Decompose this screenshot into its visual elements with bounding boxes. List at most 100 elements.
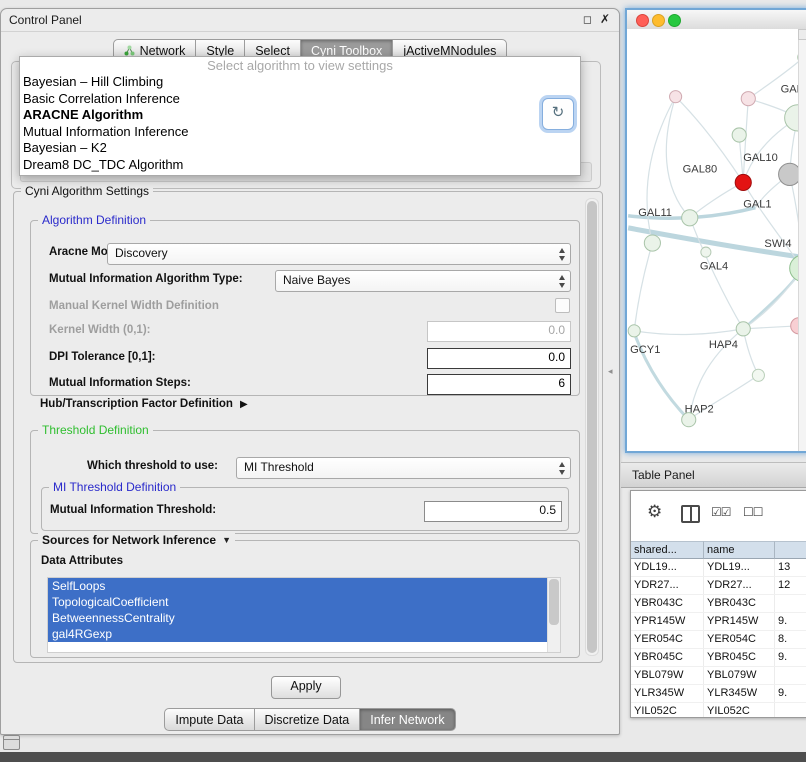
select-all-icon[interactable]: ☑☑ <box>711 505 731 519</box>
network-node[interactable] <box>736 322 750 336</box>
hub-transcription-factor-section[interactable]: Hub/Transcription Factor Definition ▶ <box>40 398 248 410</box>
network-edge <box>666 97 689 218</box>
network-edge <box>690 218 744 329</box>
kernel-width-label: Kernel Width (0,1): <box>49 324 150 336</box>
columns-icon[interactable] <box>681 505 700 523</box>
algorithm-definition-group: Algorithm Definition Aracne Mode: Discov… <box>30 220 580 396</box>
network-node[interactable] <box>752 369 764 381</box>
close-icon[interactable]: ✗ <box>600 12 610 26</box>
expand-arrow-icon[interactable]: ▶ <box>240 399 248 410</box>
attribute-item[interactable]: TopologicalCoefficient <box>48 594 548 610</box>
network-node[interactable] <box>701 247 711 257</box>
attribute-item[interactable]: gal4RGexp <box>48 626 548 642</box>
manual-kernel-width-checkbox[interactable] <box>555 298 570 313</box>
table-row[interactable]: YPR145WYPR145W9. <box>631 613 806 631</box>
panel-dock-icon[interactable] <box>3 735 20 750</box>
table-cell: YBR043C <box>631 595 704 612</box>
algorithm-option[interactable]: Basic Correlation Inference <box>20 91 580 108</box>
refresh-button[interactable]: ↻ <box>542 98 574 130</box>
table-row[interactable]: YDR27...YDR27...12 <box>631 577 806 595</box>
combo-stepper-icon <box>557 248 567 261</box>
threshold-definition-group: Threshold Definition Which threshold to … <box>30 430 580 534</box>
panel-divider-collapse-icon[interactable]: ◂ <box>608 366 613 377</box>
scrollbar-thumb[interactable] <box>549 579 559 625</box>
tab-discretize-data[interactable]: Discretize Data <box>254 708 361 731</box>
mi-algorithm-type-value: Naive Bayes <box>283 273 350 287</box>
table-panel-title: Table Panel <box>632 463 695 487</box>
network-node[interactable] <box>741 92 755 106</box>
tab-impute-data[interactable]: Impute Data <box>164 708 254 731</box>
algorithm-option[interactable]: Dream8 DC_TDC Algorithm <box>20 157 580 174</box>
combo-stepper-icon <box>557 275 567 288</box>
network-node[interactable] <box>732 128 746 142</box>
apply-button[interactable]: Apply <box>271 676 341 699</box>
data-attributes-list[interactable]: SelfLoopsTopologicalCoefficientBetweenne… <box>47 577 561 653</box>
table-row[interactable]: YIL052CYIL052C <box>631 703 806 718</box>
table-cell: YLR345W <box>704 685 775 702</box>
network-canvas[interactable]: GALGAL80GAL10GAL11GAL1SWI4GAL4GCY1HAP4YH… <box>627 29 806 451</box>
network-graph: GALGAL80GAL10GAL11GAL1SWI4GAL4GCY1HAP4YH… <box>627 29 806 451</box>
network-node[interactable] <box>735 174 751 190</box>
attribute-item[interactable]: SelfLoops <box>48 578 548 594</box>
combo-stepper-icon <box>557 462 567 475</box>
aracne-mode-value: Discovery <box>115 246 168 260</box>
float-window-icon[interactable]: ◻ <box>583 13 592 26</box>
table-cell: YER054C <box>704 631 775 648</box>
collapse-arrow-icon[interactable]: ▼ <box>222 535 231 545</box>
table-cell <box>775 667 806 684</box>
dpi-tolerance-input[interactable]: 0.0 <box>427 348 571 369</box>
table-row[interactable]: YLR345WYLR345W9. <box>631 685 806 703</box>
deselect-all-icon[interactable]: ☐☐ <box>743 505 763 519</box>
column-header[interactable]: shared... <box>631 541 704 559</box>
table-cell: YBR043C <box>704 595 775 612</box>
algorithm-option-list: Bayesian – Hill ClimbingBasic Correlatio… <box>20 74 580 173</box>
network-node[interactable] <box>628 325 640 337</box>
kernel-width-input[interactable]: 0.0 <box>427 321 571 342</box>
algorithm-option[interactable]: ARACNE Algorithm <box>20 107 580 124</box>
attribute-item[interactable]: BetweennessCentrality <box>48 610 548 626</box>
network-window-titlebar[interactable] <box>627 10 806 30</box>
mi-algorithm-type-select[interactable]: Naive Bayes <box>275 270 571 292</box>
table-row[interactable]: YBR045CYBR045C9. <box>631 649 806 667</box>
mi-threshold-input[interactable]: 0.5 <box>424 501 562 522</box>
mi-steps-input[interactable]: 6 <box>427 374 571 395</box>
threshold-definition-title: Threshold Definition <box>38 423 153 437</box>
network-scrollbar[interactable] <box>798 29 806 451</box>
table-row[interactable]: YDL19...YDL19...13 <box>631 559 806 577</box>
table-cell: YER054C <box>631 631 704 648</box>
algorithm-option[interactable]: Mutual Information Inference <box>20 124 580 141</box>
network-view-window: GALGAL80GAL10GAL11GAL1SWI4GAL4GCY1HAP4YH… <box>625 8 806 453</box>
mi-steps-label: Mutual Information Steps: <box>49 377 191 389</box>
table-cell <box>775 703 806 718</box>
network-tab-icon <box>124 45 135 56</box>
gear-icon[interactable]: ⚙ <box>647 502 662 522</box>
network-node[interactable] <box>644 235 660 251</box>
tab-infer-network[interactable]: Infer Network <box>359 708 455 731</box>
sources-title[interactable]: Sources for Network Inference ▼ <box>38 533 235 547</box>
algorithm-option[interactable]: Bayesian – K2 <box>20 140 580 157</box>
column-header[interactable] <box>775 541 806 559</box>
settings-scrollbar[interactable] <box>585 198 599 656</box>
scrollbar-arrow-box[interactable] <box>798 29 806 40</box>
algorithm-dropdown-placeholder: Select algorithm to view settings <box>20 57 580 74</box>
sources-group: Sources for Network Inference ▼ Data Att… <box>30 540 580 658</box>
table-row[interactable]: YBR043CYBR043C <box>631 595 806 613</box>
data-attributes-rows: SelfLoopsTopologicalCoefficientBetweenne… <box>48 578 548 652</box>
control-panel-titlebar: Control Panel ◻ ✗ <box>1 9 619 32</box>
window-minimize-button[interactable] <box>652 14 665 27</box>
attributes-scrollbar[interactable] <box>547 578 560 652</box>
table-row[interactable]: YER054CYER054C8. <box>631 631 806 649</box>
network-node[interactable] <box>670 91 682 103</box>
table-cell: YDL19... <box>631 559 704 576</box>
window-zoom-button[interactable] <box>668 14 681 27</box>
window-close-button[interactable] <box>636 14 649 27</box>
column-header[interactable]: name <box>704 541 775 559</box>
algorithm-dropdown-popup: Select algorithm to view settings Bayesi… <box>19 56 581 176</box>
scrollbar-thumb[interactable] <box>587 201 597 653</box>
which-threshold-select[interactable]: MI Threshold <box>236 457 571 479</box>
aracne-mode-select[interactable]: Discovery <box>107 243 571 265</box>
algorithm-option[interactable]: Bayesian – Hill Climbing <box>20 74 580 91</box>
table-row[interactable]: YBL079WYBL079W <box>631 667 806 685</box>
node-label: HAP2 <box>685 404 714 416</box>
network-node[interactable] <box>682 210 698 226</box>
